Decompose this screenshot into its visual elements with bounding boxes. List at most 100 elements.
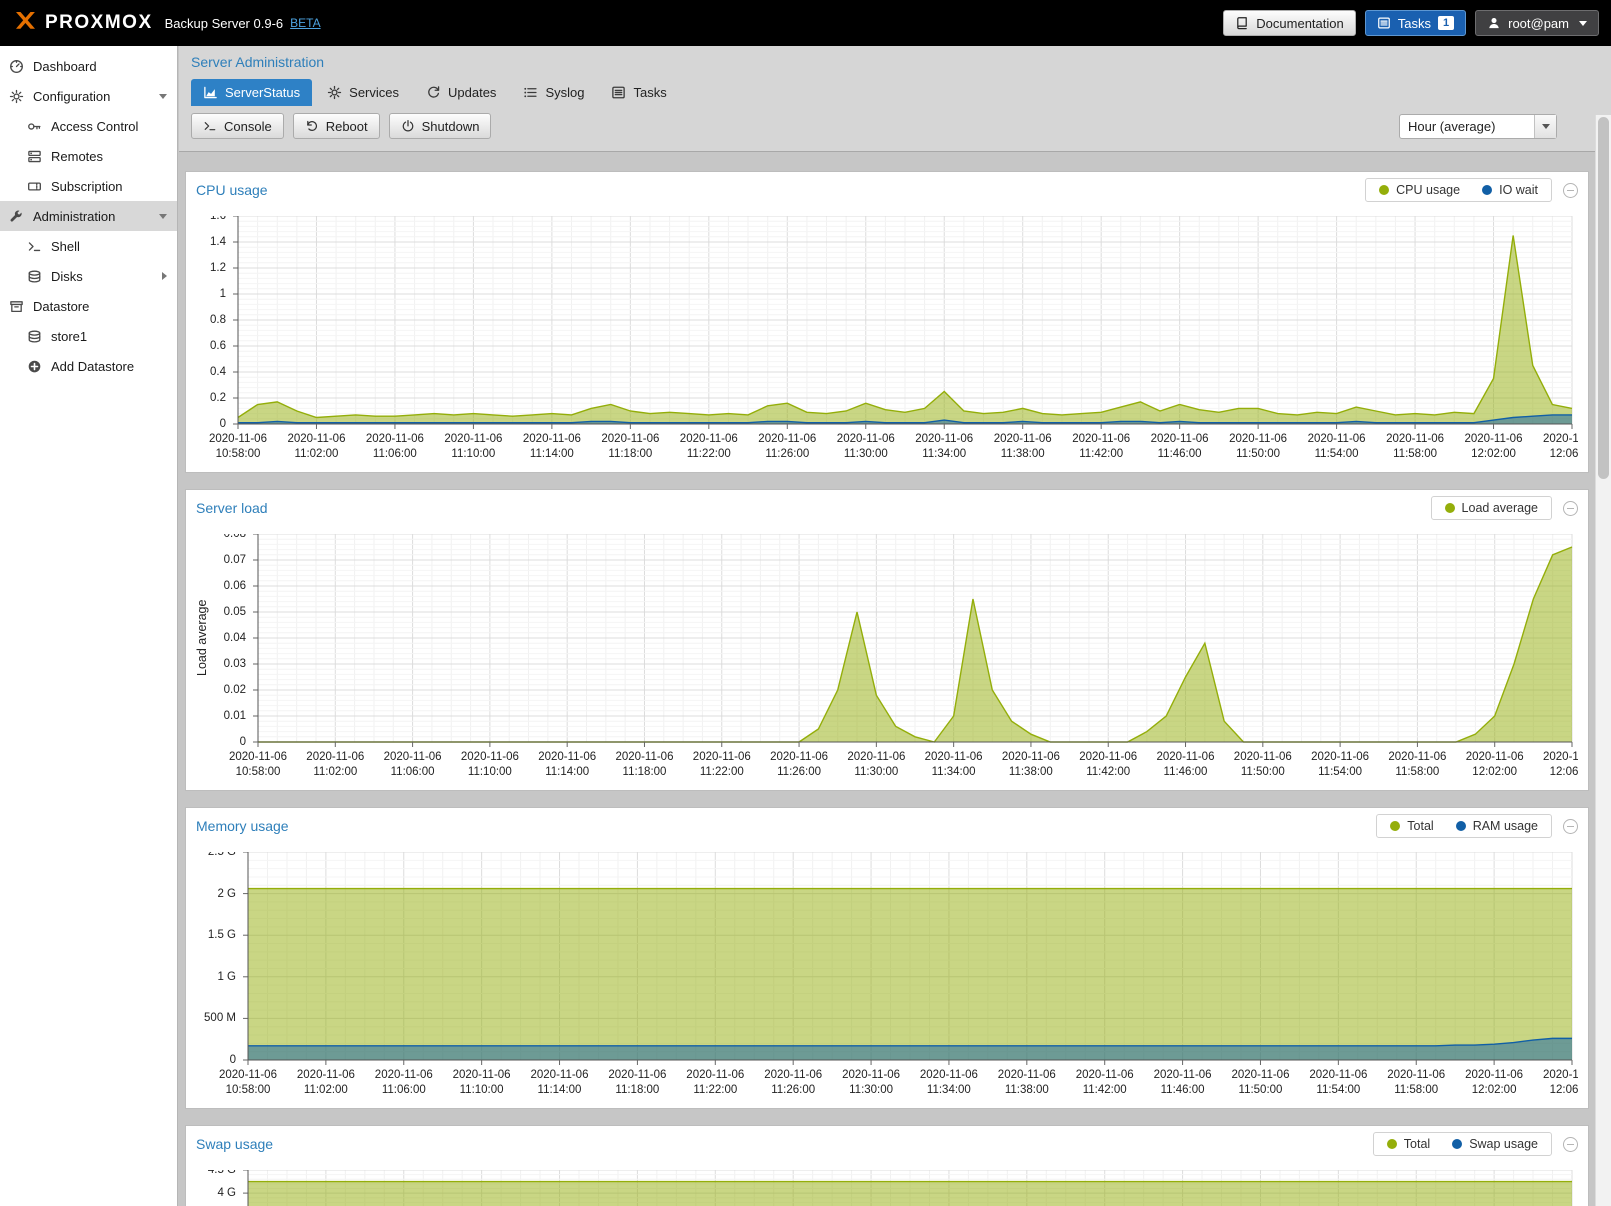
chart-canvas [252,534,1574,750]
chart-area-icon [203,85,218,100]
sidebar-item-label: Datastore [33,299,89,314]
sidebar-item-shell[interactable]: Shell [0,231,177,261]
tasks-count-badge: 1 [1438,16,1454,30]
console-button[interactable]: Console [191,113,284,139]
sidebar-item-administration[interactable]: Administration [0,201,177,231]
gears-icon [9,89,24,104]
y-axis-tick-label: 0.4 [192,366,226,378]
documentation-label: Documentation [1256,16,1343,31]
beta-link[interactable]: BETA [290,16,320,30]
scrollbar-thumb[interactable] [1598,117,1609,479]
y-axis-tick-label: 0.07 [192,554,246,566]
expander-down-icon[interactable] [159,214,167,219]
timeframe-dropdown-button[interactable] [1534,115,1556,138]
y-axis-tick-label: 0.05 [192,606,246,618]
y-axis-tick-label: 0.01 [192,710,246,722]
tab-label: Updates [448,85,496,100]
sidebar-item-dashboard[interactable]: Dashboard [0,51,177,81]
user-label: root@pam [1508,16,1569,31]
y-axis-tick-label: 1 [192,288,226,300]
charts-region: CPU usage CPU usageIO wait 00.20.40.60.8… [179,161,1595,1206]
tab-updates[interactable]: Updates [414,79,508,106]
sidebar-item-remotes[interactable]: Remotes [0,141,177,171]
collapse-panel-icon[interactable] [1563,183,1578,198]
subscription-icon [27,179,42,194]
expander-right-icon[interactable] [162,272,167,280]
chart-canvas [232,216,1574,432]
sidebar-item-add-datastore[interactable]: Add Datastore [0,351,177,381]
panel-server-load: Server load Load average Load average00.… [185,489,1589,791]
legend-item: IO wait [1482,183,1538,197]
cpu-usage-chart: 00.20.40.60.811.21.41.62020-11-0610:58:0… [192,216,1578,466]
collapse-panel-icon[interactable] [1563,1137,1578,1152]
y-axis-tick-label: 1 G [192,971,236,983]
tab-services[interactable]: Services [315,79,411,106]
terminal-icon [27,239,42,254]
y-axis-tick-label: 0 [192,418,226,430]
panel-title: Server load [196,500,268,516]
action-toolbar: Console Reboot Shutdown Hour (average) [191,106,1599,146]
chart-legend: CPU usage IO wait [1365,178,1552,202]
y-axis-tick-label: 1.4 [192,236,226,248]
x-axis-tick-label: 2020-11-0612:06:00 [1526,750,1578,780]
chart-canvas [242,1170,1574,1206]
y-axis-tick-label: 1.5 G [192,929,236,941]
collapse-panel-icon[interactable] [1563,819,1578,834]
panel-memory-usage: Memory usage TotalRAM usage 0500 M1 G1.5… [185,807,1589,1109]
legend-dot [1456,821,1466,831]
tasks-button[interactable]: Tasks 1 [1365,10,1466,36]
user-menu-button[interactable]: root@pam [1475,10,1599,36]
x-axis-tick-label: 2020-11-0612:06:00 [1526,1068,1578,1098]
legend-label: Total [1404,1137,1430,1151]
tab-tasks[interactable]: Tasks [599,79,678,106]
sidebar-item-access-control[interactable]: Access Control [0,111,177,141]
y-axis-tick-label: 0 [192,736,246,748]
proxmox-logo: PROXMOX [12,10,153,36]
chart-legend: Load average [1431,496,1552,520]
caret-down-icon [1579,21,1587,26]
brand-text: PROXMOX [45,12,153,34]
disks-icon [27,269,42,284]
tab-label: Tasks [633,85,666,100]
server-load-chart: Load average00.010.020.030.040.050.060.0… [192,534,1578,784]
legend-item: Total [1387,1137,1430,1151]
tab-label: ServerStatus [225,85,300,100]
tab-label: Syslog [545,85,584,100]
sidebar-item-label: Subscription [51,179,123,194]
sidebar-item-store1[interactable]: store1 [0,321,177,351]
memory-usage-chart: 0500 M1 G1.5 G2 G2.5 G2020-11-0610:58:00… [192,852,1578,1102]
y-axis-tick-label: 0.2 [192,392,226,404]
power-icon [401,119,415,133]
tasks-label: Tasks [1398,16,1431,31]
sidebar-item-disks[interactable]: Disks [0,261,177,291]
tab-serverstatus[interactable]: ServerStatus [191,79,312,106]
timeframe-value: Hour (average) [1400,115,1534,138]
expander-down-icon[interactable] [159,94,167,99]
reboot-button[interactable]: Reboot [293,113,380,139]
sidebar-item-datastore[interactable]: Datastore [0,291,177,321]
chart-legend: TotalRAM usage [1376,814,1552,838]
legend-label: IO wait [1499,183,1538,197]
legend-item: CPU usage [1379,183,1460,197]
legend-item: RAM usage [1456,819,1538,833]
legend-label: Swap usage [1469,1137,1538,1151]
sidebar-item-subscription[interactable]: Subscription [0,171,177,201]
documentation-button[interactable]: Documentation [1223,10,1355,36]
timeframe-select[interactable]: Hour (average) [1399,114,1557,139]
legend-dot [1452,1139,1462,1149]
vertical-scrollbar[interactable] [1595,115,1611,1206]
legend-dot [1390,821,1400,831]
collapse-panel-icon[interactable] [1563,501,1578,516]
tab-syslog[interactable]: Syslog [511,79,596,106]
sidebar-item-label: Administration [33,209,115,224]
tab-label: Services [349,85,399,100]
user-icon [1487,16,1501,30]
book-icon [1235,16,1249,30]
sidebar-item-configuration[interactable]: Configuration [0,81,177,111]
toolbar-buttons: Console Reboot Shutdown [191,113,500,139]
sidebar-item-label: Access Control [51,119,138,134]
sidebar-item-label: store1 [51,329,87,344]
content-header: Server Administration ServerStatusServic… [179,46,1611,152]
shutdown-button[interactable]: Shutdown [389,113,492,139]
x-axis-tick-label: 2020-11-0612:06:00 [1526,432,1578,462]
